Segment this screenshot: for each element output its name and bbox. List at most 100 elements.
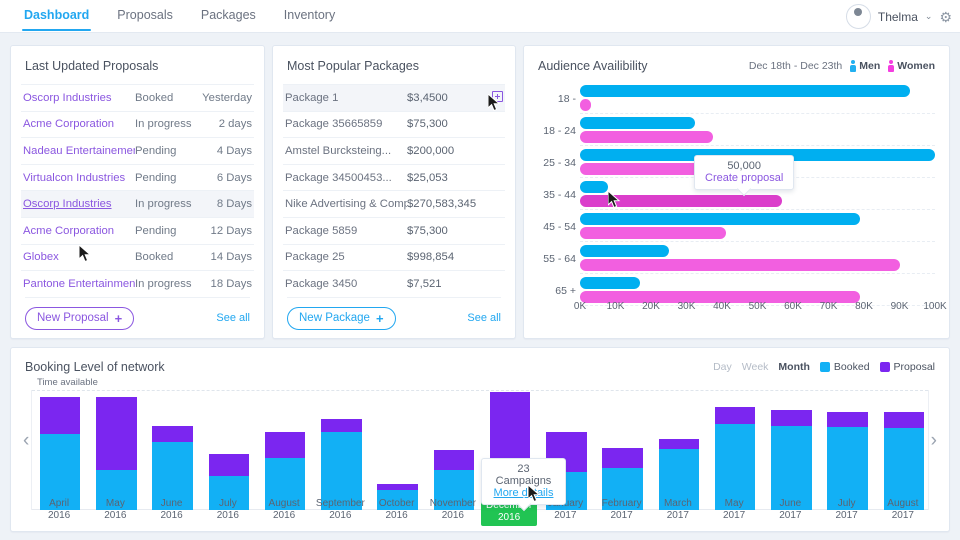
legend-booked[interactable]: Booked — [819, 361, 870, 373]
month-year: 2016 — [104, 510, 127, 521]
packages-see-all-link[interactable]: See all — [467, 312, 501, 324]
package-row[interactable]: Nike Advertising & Company$270,583,345 — [283, 190, 505, 217]
booking-bar-proposal — [39, 397, 81, 435]
audience-bar-men[interactable] — [580, 85, 911, 97]
new-proposal-button[interactable]: New Proposal + — [25, 306, 135, 330]
mouse-cursor — [607, 189, 622, 214]
proposal-name[interactable]: Acme Corporation — [23, 118, 135, 130]
new-package-button[interactable]: New Package + — [287, 306, 396, 330]
package-name: Package 34500453... — [285, 171, 392, 184]
package-row[interactable]: Package 1 $3,4500 — [283, 84, 505, 111]
month-label[interactable]: August 2017 — [875, 498, 931, 522]
packages-card-title: Most Popular Packages — [287, 59, 420, 73]
gear-icon[interactable]: ⚙ — [939, 10, 952, 24]
create-proposal-link[interactable]: Create proposal — [705, 172, 783, 184]
more-details-link[interactable]: More details — [492, 487, 555, 499]
month-label[interactable]: April 2016 — [31, 498, 87, 522]
tab-proposals[interactable]: Proposals — [103, 0, 187, 33]
range-day[interactable]: Day — [713, 361, 732, 373]
time-available-label: Time available — [37, 377, 98, 388]
month-year: 2017 — [554, 510, 577, 521]
proposal-row[interactable]: Acme Corporation In progress 2 days — [21, 110, 254, 138]
legend-women[interactable]: Women — [888, 60, 935, 72]
month-axis-labels: April 2016 May 2016 June 2016 July 2016 August 20… — [31, 498, 929, 526]
tab-dashboard[interactable]: Dashboard — [10, 0, 103, 33]
audience-bar-men[interactable] — [580, 117, 696, 129]
package-price: $200,000 — [407, 144, 455, 157]
month-year: 2017 — [779, 510, 802, 521]
proposal-name[interactable]: Acme Corporation — [23, 225, 135, 237]
package-row[interactable]: Package 5859 $75,300 — [283, 216, 505, 244]
booking-bar-column[interactable] — [96, 397, 137, 510]
range-week[interactable]: Week — [742, 361, 769, 373]
package-row[interactable]: Package 3450 $7,521 — [283, 270, 505, 297]
user-menu[interactable]: Thelma ⌄ ⚙ — [845, 0, 952, 33]
package-row[interactable]: Package 25 $998,854 — [283, 243, 505, 271]
booking-card-header: Booking Level of network Day Week Month … — [11, 348, 949, 374]
proposal-name[interactable]: Virtualcon Industries — [23, 172, 135, 184]
month-year: 2017 — [835, 510, 858, 521]
proposals-see-all-link[interactable]: See all — [216, 312, 250, 324]
booking-bar-proposal — [658, 439, 700, 449]
month-year: 2016 — [441, 510, 464, 521]
month-label[interactable]: June 2017 — [762, 498, 818, 522]
package-row[interactable]: Package 35665859 $75,300 — [283, 110, 505, 138]
booking-bar-column[interactable] — [883, 411, 925, 510]
booking-bar-column[interactable] — [39, 397, 81, 510]
month-year: 2016 — [385, 510, 408, 521]
audience-bar-men[interactable] — [580, 245, 669, 257]
proposal-row[interactable]: Virtualcon Industries Pending 6 Days — [21, 163, 254, 191]
month-label[interactable]: May 2016 — [87, 498, 143, 522]
prev-period-arrow[interactable]: ‹ — [23, 430, 29, 452]
audience-bar-men[interactable] — [580, 181, 609, 193]
month-label[interactable]: February 2017 — [594, 498, 650, 522]
month-label[interactable]: November 2016 — [425, 498, 481, 522]
proposal-row[interactable]: Pantone Entertainment In progress 18 Days — [21, 270, 254, 297]
next-period-arrow[interactable]: › — [931, 430, 937, 452]
month-year: 2017 — [723, 510, 746, 521]
tab-packages[interactable]: Packages — [187, 0, 270, 33]
range-month[interactable]: Month — [778, 361, 810, 373]
audience-bar-chart: 50,000 Create proposal 18 - 18 - 24 25 - 3… — [536, 79, 947, 315]
month-label[interactable]: May 2017 — [706, 498, 762, 522]
proposal-name[interactable]: Oscorp Industries — [23, 92, 135, 104]
proposal-row[interactable]: Oscorp Industries In progress 8 Days — [21, 190, 254, 217]
package-row[interactable]: Amstel Burcksteing... $200,000 — [283, 137, 505, 164]
proposal-name[interactable]: Nadeau Entertainement — [23, 145, 135, 157]
tab-inventory[interactable]: Inventory — [270, 0, 349, 33]
audience-bar-women[interactable] — [580, 259, 900, 271]
month-name: August — [887, 498, 919, 509]
proposal-status: In progress — [135, 277, 192, 290]
audience-bar-women[interactable] — [580, 131, 714, 143]
proposal-row[interactable]: Oscorp Industries Booked Yesterday — [21, 84, 254, 111]
proposal-row[interactable]: Acme Corporation Pending 12 Days — [21, 216, 254, 244]
month-label[interactable]: June 2016 — [144, 498, 200, 522]
chevron-down-icon[interactable]: ⌄ — [925, 11, 933, 22]
audience-bar-women[interactable] — [580, 227, 726, 239]
month-label[interactable]: September 2016 — [312, 498, 368, 522]
proposal-row[interactable]: Nadeau Entertainement Pending 4 Days — [21, 137, 254, 164]
month-label[interactable]: August 2016 — [256, 498, 312, 522]
proposal-name[interactable]: Pantone Entertainment — [23, 278, 135, 290]
month-label[interactable]: July 2016 — [200, 498, 256, 522]
booking-bar-proposal — [208, 453, 250, 477]
booking-bar-column[interactable] — [827, 411, 868, 510]
month-label[interactable]: July 2017 — [819, 498, 875, 522]
proposal-row[interactable]: Globex Booked 14 Days — [21, 243, 254, 271]
audience-bar-men[interactable] — [580, 213, 861, 225]
booking-bar-column[interactable] — [321, 418, 362, 510]
proposal-name[interactable]: Oscorp Industries — [23, 198, 135, 210]
plus-icon: + — [114, 310, 123, 326]
proposal-updated: 14 Days — [210, 251, 252, 264]
month-label[interactable]: March 2017 — [650, 498, 706, 522]
audience-bar-women[interactable] — [580, 99, 591, 111]
legend-men[interactable]: Men — [850, 60, 880, 72]
month-label[interactable]: October 2016 — [369, 498, 425, 522]
package-price: $3,4500 — [407, 91, 448, 104]
legend-proposal[interactable]: Proposal — [879, 361, 935, 373]
booking-bar-proposal — [883, 411, 925, 429]
booking-bar-column[interactable] — [714, 406, 756, 510]
package-row[interactable]: Package 34500453... $25,053 — [283, 163, 505, 191]
booking-bar-column[interactable] — [771, 410, 812, 510]
audience-bar-men[interactable] — [580, 277, 641, 289]
